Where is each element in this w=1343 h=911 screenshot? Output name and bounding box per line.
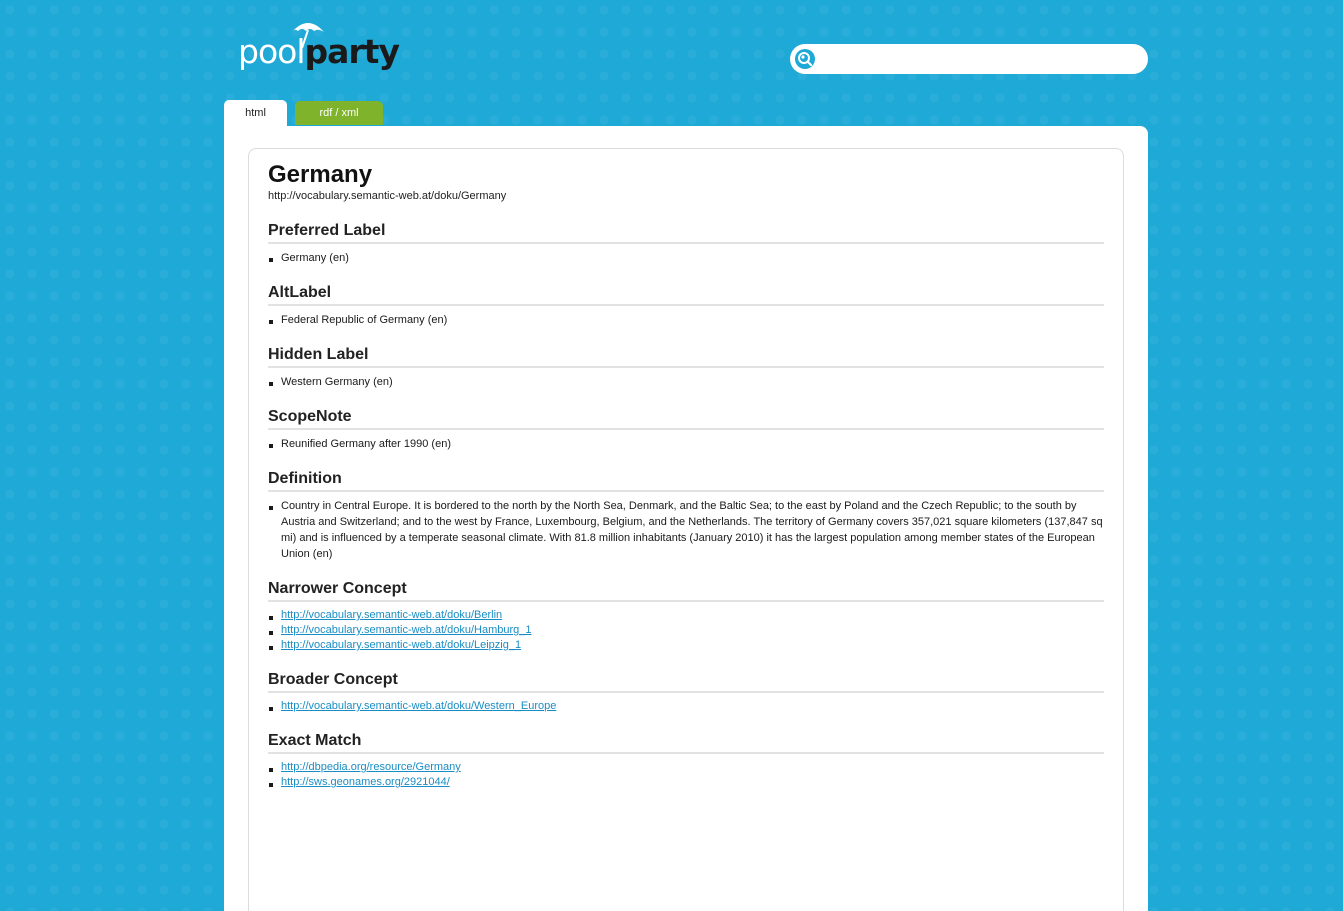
list-item: Country in Central Europe. It is bordere…: [268, 498, 1104, 562]
list-item: http://vocabulary.semantic-web.at/doku/W…: [268, 699, 1104, 714]
section-title: ScopeNote: [268, 407, 1104, 430]
link-list: http://dbpedia.org/resource/Germany http…: [268, 760, 1104, 790]
section-title: Hidden Label: [268, 345, 1104, 368]
section-scope-note: ScopeNote Reunified Germany after 1990 (…: [268, 407, 1104, 452]
exact-match-link-dbpedia[interactable]: http://dbpedia.org/resource/Germany: [281, 761, 461, 773]
section-title: Exact Match: [268, 731, 1104, 754]
value-list: Reunified Germany after 1990 (en): [268, 436, 1104, 452]
logo-text-pool: pool: [238, 32, 305, 71]
section-title: Preferred Label: [268, 221, 1104, 244]
tab-rdf-xml[interactable]: rdf / xml: [295, 101, 383, 125]
poolparty-logo[interactable]: poolparty: [238, 18, 408, 74]
section-title: Broader Concept: [268, 670, 1104, 693]
section-title: Narrower Concept: [268, 579, 1104, 602]
logo-text-party: party: [304, 32, 400, 71]
section-alt-label: AltLabel Federal Republic of Germany (en…: [268, 283, 1104, 328]
list-item: http://vocabulary.semantic-web.at/doku/H…: [268, 623, 1104, 638]
section-narrower-concept: Narrower Concept http://vocabulary.seman…: [268, 579, 1104, 653]
search-input[interactable]: [820, 47, 1139, 73]
list-item: http://sws.geonames.org/2921044/: [268, 775, 1104, 790]
link-list: http://vocabulary.semantic-web.at/doku/B…: [268, 608, 1104, 653]
search-icon[interactable]: [795, 49, 815, 69]
value-list: Federal Republic of Germany (en): [268, 312, 1104, 328]
content-panel: Germany http://vocabulary.semantic-web.a…: [224, 126, 1148, 911]
value-list: Country in Central Europe. It is bordere…: [268, 498, 1104, 562]
search-box[interactable]: [790, 44, 1148, 74]
tab-html[interactable]: html: [224, 100, 287, 128]
logo-text: poolparty: [238, 32, 400, 72]
exact-match-link-geonames[interactable]: http://sws.geonames.org/2921044/: [281, 776, 450, 788]
section-definition: Definition Country in Central Europe. It…: [268, 469, 1104, 562]
list-item: Germany (en): [268, 250, 1104, 266]
value-list: Western Germany (en): [268, 374, 1104, 390]
list-item: http://vocabulary.semantic-web.at/doku/L…: [268, 638, 1104, 653]
narrower-link-hamburg[interactable]: http://vocabulary.semantic-web.at/doku/H…: [281, 624, 531, 636]
list-item: http://vocabulary.semantic-web.at/doku/B…: [268, 608, 1104, 623]
list-item: Reunified Germany after 1990 (en): [268, 436, 1104, 452]
list-item: Western Germany (en): [268, 374, 1104, 390]
section-exact-match: Exact Match http://dbpedia.org/resource/…: [268, 731, 1104, 790]
section-title: AltLabel: [268, 283, 1104, 306]
section-preferred-label: Preferred Label Germany (en): [268, 221, 1104, 266]
narrower-link-berlin[interactable]: http://vocabulary.semantic-web.at/doku/B…: [281, 609, 502, 621]
list-item: Federal Republic of Germany (en): [268, 312, 1104, 328]
section-hidden-label: Hidden Label Western Germany (en): [268, 345, 1104, 390]
value-list: Germany (en): [268, 250, 1104, 266]
broader-link-western-europe[interactable]: http://vocabulary.semantic-web.at/doku/W…: [281, 700, 556, 712]
page-title: Germany: [268, 161, 373, 188]
concept-card: Germany http://vocabulary.semantic-web.a…: [248, 148, 1124, 911]
section-title: Definition: [268, 469, 1104, 492]
narrower-link-leipzig[interactable]: http://vocabulary.semantic-web.at/doku/L…: [281, 639, 521, 651]
concept-uri: http://vocabulary.semantic-web.at/doku/G…: [268, 190, 507, 202]
list-item: http://dbpedia.org/resource/Germany: [268, 760, 1104, 775]
link-list: http://vocabulary.semantic-web.at/doku/W…: [268, 699, 1104, 714]
section-broader-concept: Broader Concept http://vocabulary.semant…: [268, 670, 1104, 714]
